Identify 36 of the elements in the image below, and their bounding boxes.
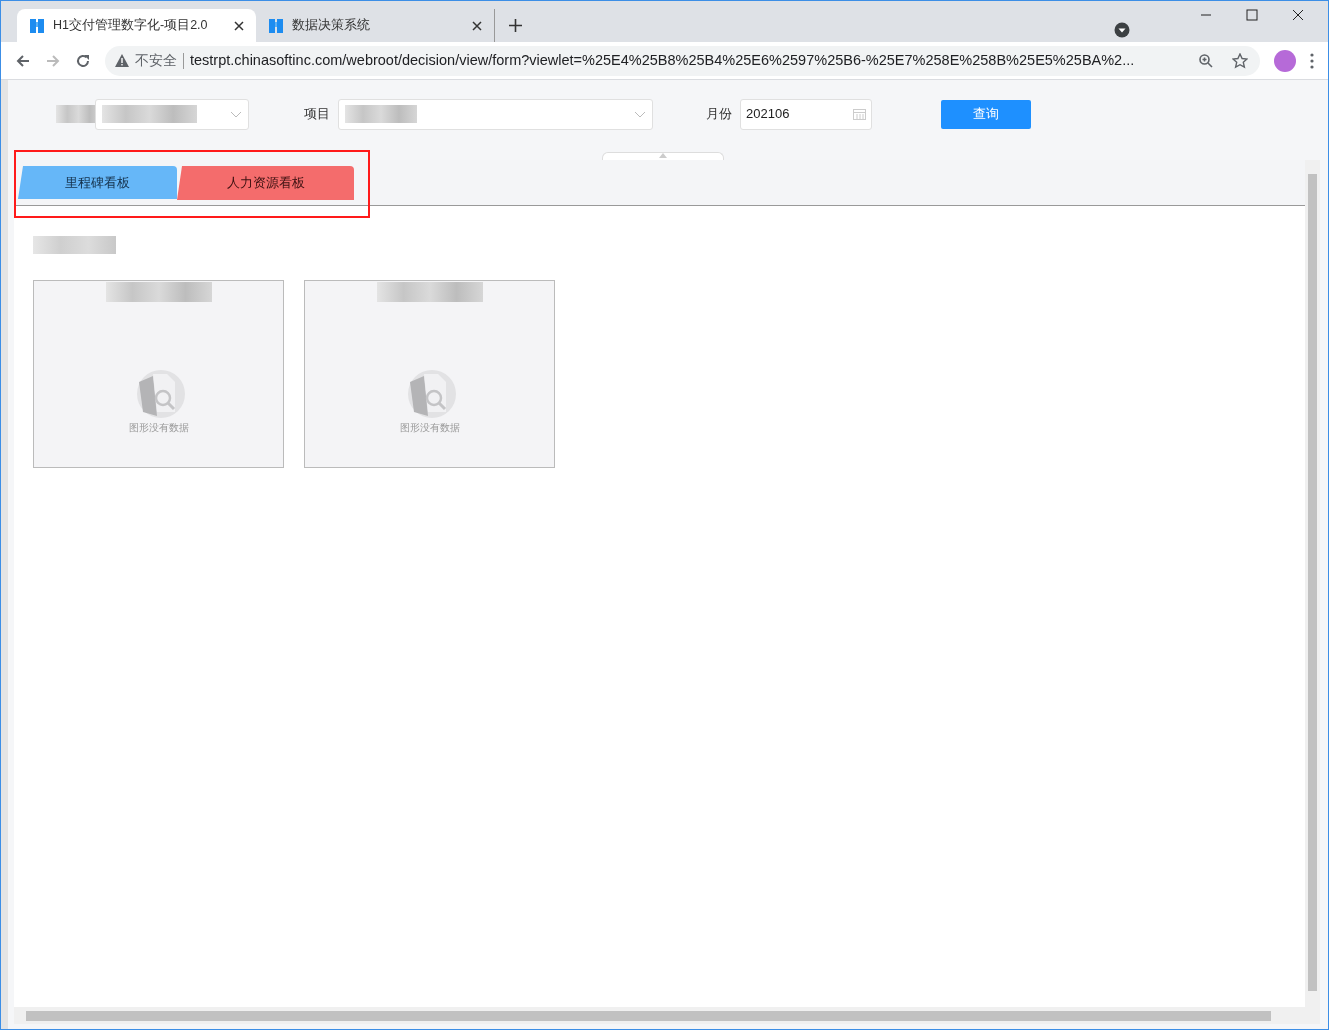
- tab-title: H1交付管理数字化-项目2.0: [53, 17, 209, 35]
- reload-icon[interactable]: [75, 52, 91, 69]
- no-data-text: 图形没有数据: [128, 421, 189, 435]
- vertical-scrollbar[interactable]: [1305, 160, 1320, 1007]
- close-icon[interactable]: [1292, 9, 1304, 21]
- filter-label: 项目: [304, 105, 330, 124]
- profile-avatar[interactable]: [1274, 49, 1296, 72]
- caret-icon: [634, 110, 646, 118]
- tab-title: 数据决策系统: [292, 17, 371, 35]
- url-text: testrpt.chinasoftinc.com/webroot/decision/view/form?viewlet=%25E4%25B8%25B4%25E6%2597%25B6-%25E7%258E%258B%25E5%25BA%2...: [190, 50, 1136, 70]
- app-logo-icon: [268, 17, 284, 34]
- date-value: 202106: [746, 105, 791, 124]
- close-icon[interactable]: [234, 20, 244, 31]
- security-label: 不安全: [135, 51, 177, 70]
- close-icon[interactable]: [472, 20, 482, 31]
- app-logo-icon: [29, 17, 45, 34]
- no-data-text: 图形没有数据: [399, 421, 460, 435]
- star-icon[interactable]: [1232, 52, 1248, 69]
- caret-icon: [230, 110, 242, 118]
- date-field[interactable]: 202106: [740, 98, 872, 130]
- dashboard-tab[interactable]: 人力资源看板: [177, 166, 354, 200]
- menu-icon[interactable]: [1310, 52, 1314, 69]
- filter-label: 月份: [706, 105, 732, 124]
- new-tab-icon[interactable]: [509, 19, 522, 32]
- zoom-icon[interactable]: [1198, 52, 1214, 69]
- browser-tab[interactable]: H1交付管理数字化-项目2.0: [17, 9, 256, 42]
- address-bar[interactable]: 不安全 testrpt.chinasoftinc.com/webroot/decision/view/form?viewlet=%25E4%25B8%25B4%25E6%2597%25B6-%25E7%258E%258B%25E5%25BA%2...: [105, 45, 1260, 76]
- horizontal-scrollbar[interactable]: [14, 1007, 1320, 1024]
- maximize-icon[interactable]: [1246, 9, 1258, 21]
- dropdown-field[interactable]: [95, 98, 249, 130]
- collapse-handle[interactable]: [602, 152, 724, 160]
- dropdown-icon[interactable]: [1114, 22, 1130, 38]
- dropdown-field[interactable]: [338, 98, 653, 130]
- back-icon[interactable]: [15, 52, 31, 69]
- warning-icon: [115, 54, 129, 67]
- dashboard-tab[interactable]: 里程碑看板: [18, 166, 177, 199]
